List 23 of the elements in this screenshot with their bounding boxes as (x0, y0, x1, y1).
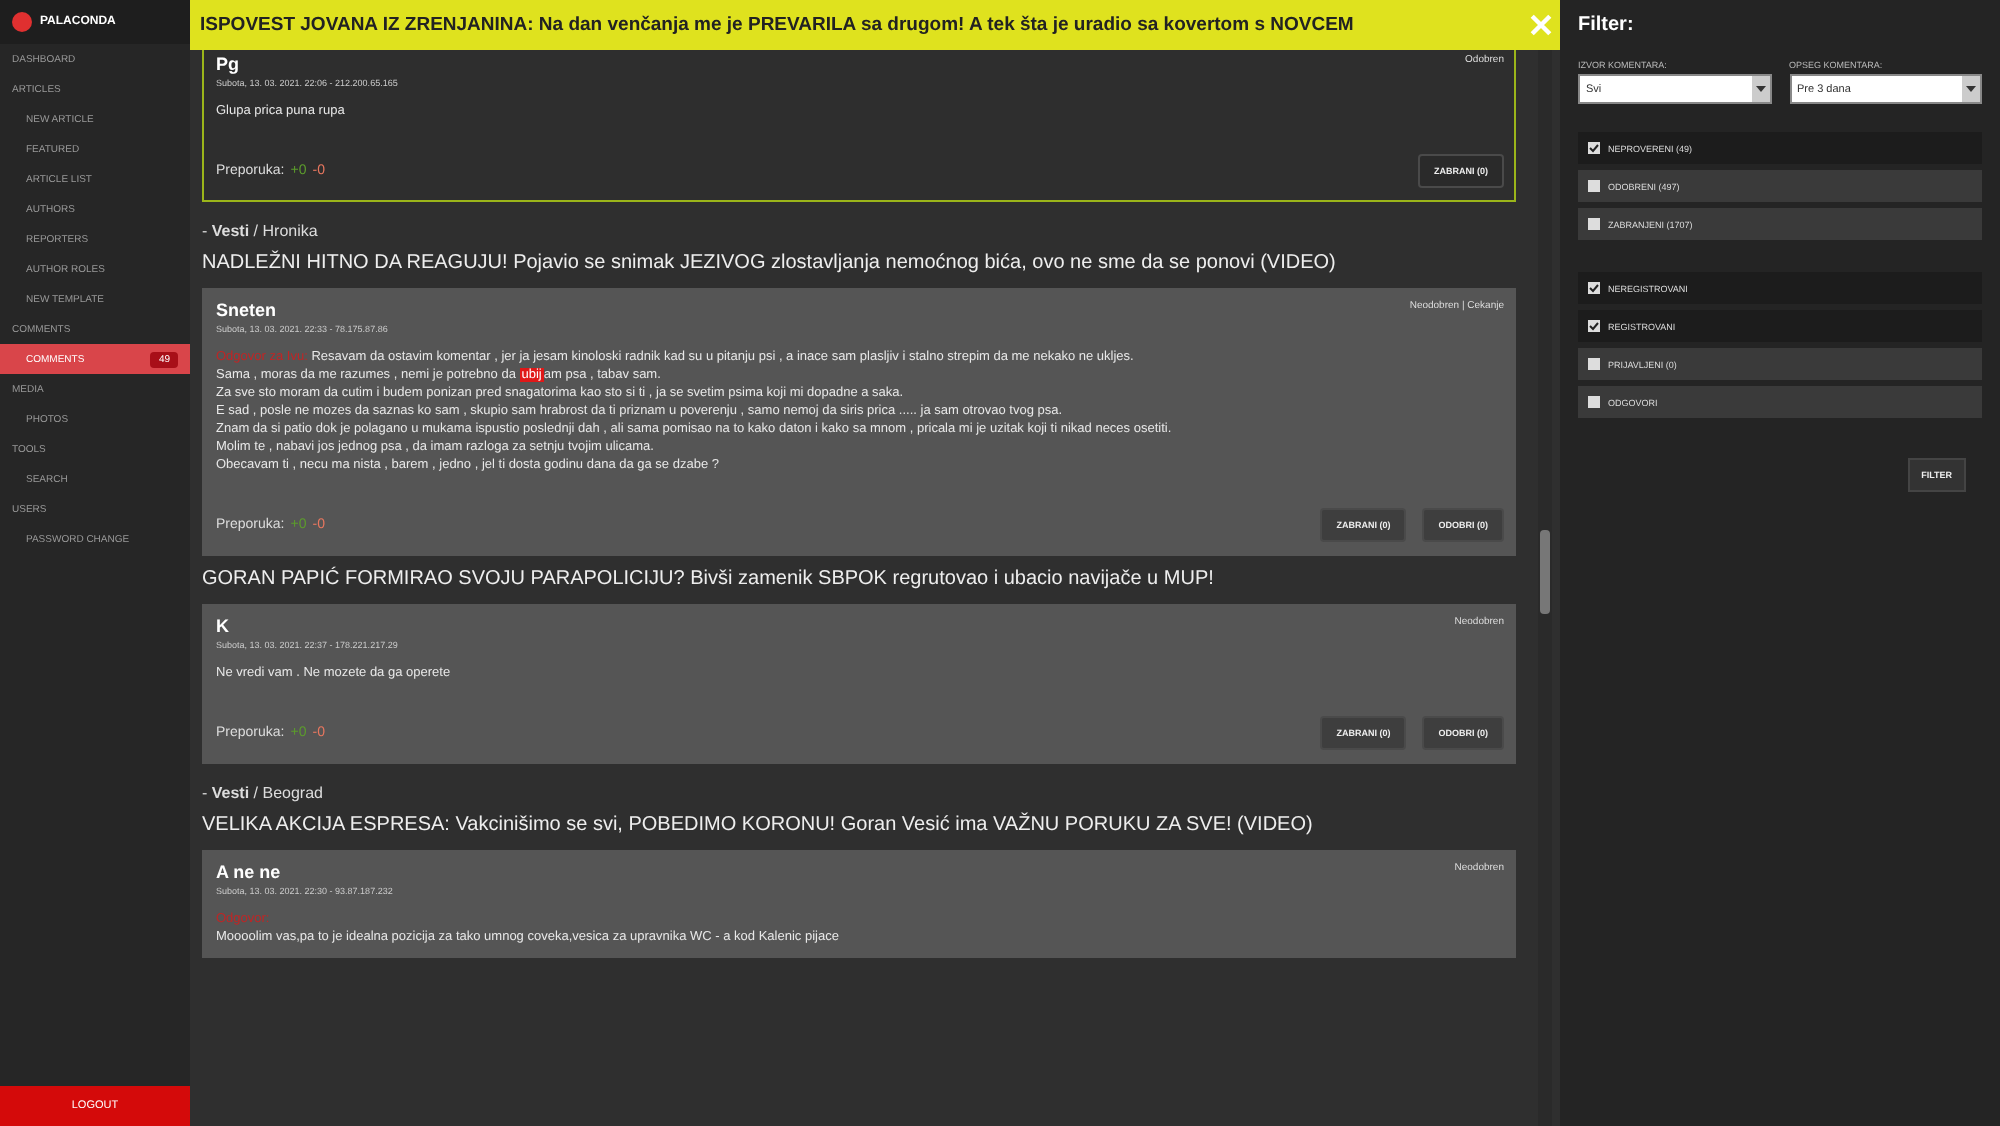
logo-icon (12, 12, 32, 32)
article-category: - Vesti / Hronika (202, 222, 320, 240)
close-icon[interactable] (1530, 14, 1552, 36)
comment-author: Sneten (216, 300, 277, 320)
checkbox[interactable] (1588, 358, 1600, 370)
article-title[interactable]: NADLEŽNI HITNO DA REAGUJU! Pojavio se snimak JEZIVOG zlostavljanja nemoćnog bića, ovo ne sme da se ponovi (VIDEO) (202, 252, 1516, 274)
checkbox[interactable] (1588, 218, 1600, 230)
article-title[interactable]: VELIKA AKCIJA ESPRESA: Vakcinišimo se svi, POBEDIMO KORONU! Goran Vesić ima VAŽNU PORUKU ZA SVE! (VIDEO) (202, 814, 1516, 836)
checkbox[interactable] (1588, 396, 1600, 408)
checkbox[interactable] (1588, 142, 1600, 154)
scrollbar[interactable] (1538, 50, 1552, 1126)
checkbox[interactable] (1588, 180, 1600, 192)
filter-title: Filter: (1578, 14, 1636, 36)
comment-author: A ne ne (216, 862, 281, 882)
news-banner: ISPOVEST JOVANA IZ ZRENJANINA: Na dan venčanja me je PREVARILA sa drugom! A tek šta je uradio sa kovertom s NOVCEM (190, 0, 1560, 50)
checkbox[interactable] (1588, 282, 1600, 294)
article-title[interactable]: GORAN PAPIĆ FORMIRAO SVOJU PARAPOLICIJU? Bivši zamenik SBPOK regrutovao i ubacio navijače u MUP! (202, 568, 1516, 590)
checkbox[interactable] (1588, 320, 1600, 332)
caret-icon (1755, 86, 1765, 92)
caret-icon (1966, 86, 1976, 92)
comment-author: Pg (216, 54, 240, 74)
article-category: - Vesti / Beograd (202, 784, 325, 802)
comment-author: K (216, 616, 229, 636)
